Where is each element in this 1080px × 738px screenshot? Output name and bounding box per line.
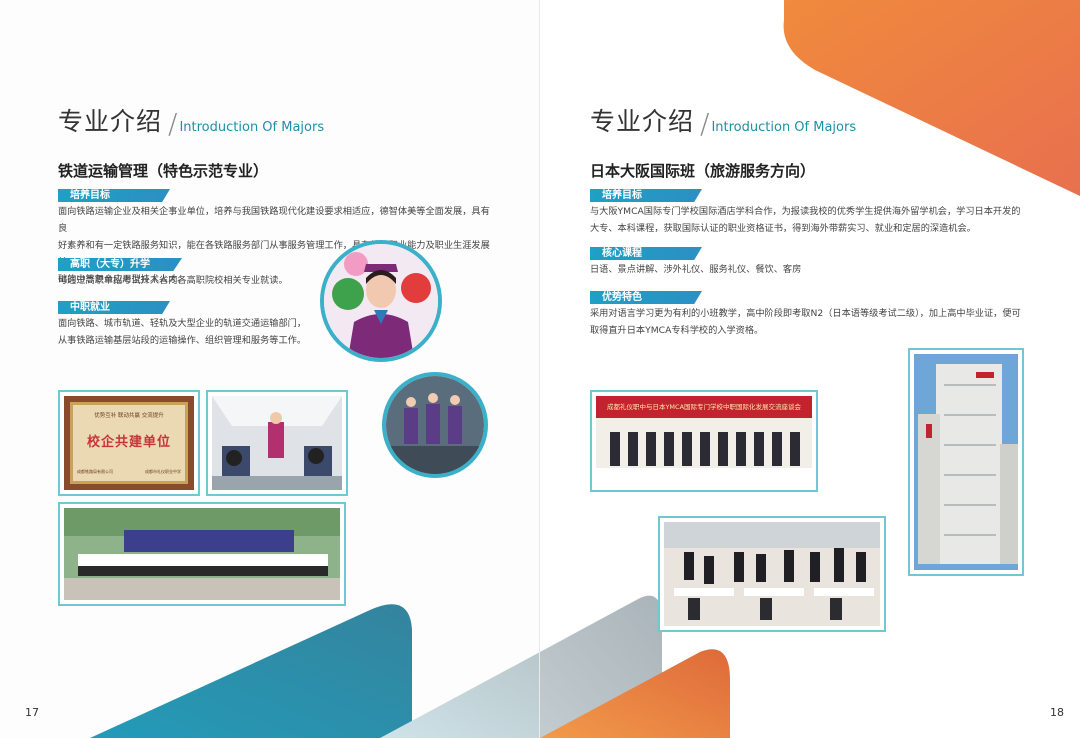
section-title-zh: 专业介绍 bbox=[58, 107, 163, 136]
page-number-right: 18 bbox=[1050, 706, 1064, 719]
group-photo-image bbox=[64, 508, 340, 600]
paragraph-training-goal: 与大阪YMCA国际专门学校国际酒店学科合作，为报读我校的优秀学生提供海外留学机会… bbox=[590, 203, 1040, 237]
photo-group-frame bbox=[58, 502, 346, 606]
text-line: 大专、本科课程，获取国际认证的职业资格证书，得到海外带薪实习、就业和定居的深造机… bbox=[590, 223, 976, 234]
text-line: 面向铁路、城市轨道、轻轨及大型企业的轨道交通运输部门， bbox=[58, 318, 307, 329]
left-page: 专业介绍 / Introduction Of Majors 铁道运输管理（特色示… bbox=[0, 0, 540, 738]
photo-train-interior-frame bbox=[206, 390, 348, 496]
photo-building-frame bbox=[908, 348, 1024, 576]
major-title: 铁道运输管理（特色示范专业） bbox=[58, 162, 269, 180]
major-title: 日本大阪国际班（旅游服务方向） bbox=[590, 162, 816, 180]
plaque: 优势互补 联动共赢 交流提升 校企共建单位 成都铁路局有限公司 成都市礼仪职业中… bbox=[70, 402, 188, 484]
title-slash: / bbox=[168, 107, 178, 140]
text-line: 可通过高职单招考试升入省内各高职院校相关专业就读。 bbox=[58, 275, 288, 286]
text-line: 采用对语言学习更为有利的小班教学，高中阶段即考取N2（日本语等级考试二级），加上… bbox=[590, 308, 1021, 319]
section-title-zh: 专业介绍 bbox=[590, 107, 695, 136]
tag-training-goal: 培养目标 bbox=[590, 189, 702, 202]
tag-higher-education: 高职（大专）升学 bbox=[58, 258, 182, 271]
circle-photo-attendants bbox=[382, 372, 488, 478]
paragraph-core-courses: 日语、景点讲解、涉外礼仪、服务礼仪、餐饮、客房 bbox=[590, 261, 1040, 278]
text-line: 取得直升日本YMCA专科学校的入学资格。 bbox=[590, 325, 764, 336]
section-title-left: 专业介绍 / Introduction Of Majors bbox=[58, 102, 324, 138]
classroom-image bbox=[664, 522, 880, 626]
title-slash: / bbox=[700, 107, 710, 140]
attendant-image bbox=[324, 244, 438, 358]
photo-plaque-frame: 优势互补 联动共赢 交流提升 校企共建单位 成都铁路局有限公司 成都市礼仪职业中… bbox=[58, 390, 200, 496]
meeting-banner: 成都礼仪职中与日本YMCA国际专门学校中职国际化发展交流座谈会 bbox=[596, 396, 812, 418]
photo-meeting-frame: 成都礼仪职中与日本YMCA国际专门学校中职国际化发展交流座谈会 bbox=[590, 390, 818, 492]
plaque-bottom-right: 成都市礼仪职业中学 bbox=[145, 469, 181, 474]
tag-employment: 中职就业 bbox=[58, 301, 170, 314]
plaque-main-text: 校企共建单位 bbox=[86, 435, 171, 450]
plaque-bottom-left: 成都铁路局有限公司 bbox=[77, 469, 113, 474]
section-title-en: Introduction Of Majors bbox=[711, 120, 857, 135]
meeting-photo: 成都礼仪职中与日本YMCA国际专门学校中职国际化发展交流座谈会 bbox=[596, 396, 812, 486]
page-number-left: 17 bbox=[25, 706, 39, 719]
train-interior-image bbox=[212, 396, 342, 490]
paragraph-employment: 面向铁路、城市轨道、轻轨及大型企业的轨道交通运输部门， 从事铁路运输基层站段的运… bbox=[58, 315, 318, 349]
section-title-right: 专业介绍 / Introduction Of Majors bbox=[590, 102, 856, 138]
building-image bbox=[914, 354, 1018, 570]
tag-core-courses: 核心课程 bbox=[590, 247, 702, 260]
photo-classroom-frame bbox=[658, 516, 886, 632]
paragraph-higher-education: 可通过高职单招考试升入省内各高职院校相关专业就读。 bbox=[58, 272, 358, 289]
right-page: 专业介绍 / Introduction Of Majors 日本大阪国际班（旅游… bbox=[540, 0, 1080, 738]
paragraph-advantages: 采用对语言学习更为有利的小班教学，高中阶段即考取N2（日本语等级考试二级），加上… bbox=[590, 305, 1040, 339]
attendants-image bbox=[386, 376, 484, 474]
plaque-top-text: 优势互补 联动共赢 交流提升 bbox=[94, 413, 164, 419]
text-line: 日语、景点讲解、涉外礼仪、服务礼仪、餐饮、客房 bbox=[590, 264, 802, 275]
text-line: 从事铁路运输基层站段的运输操作、组织管理和服务等工作。 bbox=[58, 335, 307, 346]
section-title-en: Introduction Of Majors bbox=[179, 120, 325, 135]
plaque-photo: 优势互补 联动共赢 交流提升 校企共建单位 成都铁路局有限公司 成都市礼仪职业中… bbox=[64, 396, 194, 490]
text-line: 面向铁路运输企业及相关企事业单位，培养与我国铁路现代化建设要求相适应，德智体美等… bbox=[58, 206, 490, 234]
circle-photo-attendant bbox=[320, 240, 442, 362]
meeting-people-image bbox=[596, 418, 812, 486]
text-line: 与大阪YMCA国际专门学校国际酒店学科合作，为报读我校的优秀学生提供海外留学机会… bbox=[590, 206, 1021, 217]
tag-advantages: 优势特色 bbox=[590, 291, 702, 304]
tag-training-goal: 培养目标 bbox=[58, 189, 170, 202]
brochure-spread: 专业介绍 / Introduction Of Majors 铁道运输管理（特色示… bbox=[0, 0, 1080, 738]
